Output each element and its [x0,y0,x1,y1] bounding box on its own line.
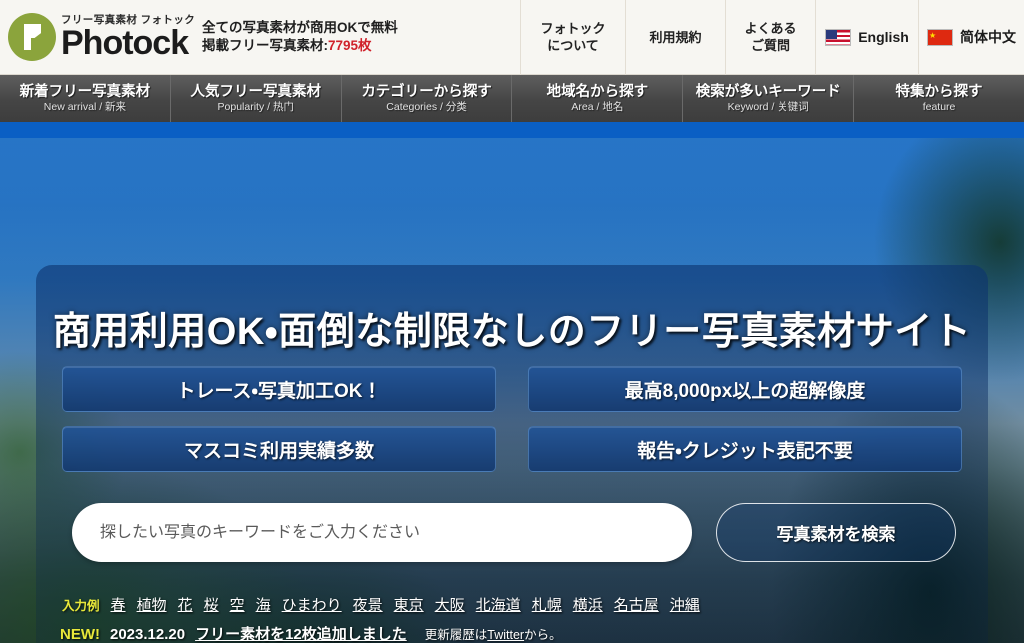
header-nav-faq-line1: よくある [744,21,797,36]
nav-item-feature-ja: 特集から探す [895,83,983,100]
example-keyword-shokubutsu[interactable]: 植物 [137,594,167,615]
nav-item-keyword-en: Keyword / 关键词 [727,100,809,113]
example-keyword-yokohama[interactable]: 横浜 [573,594,603,615]
news-new-badge: NEW! [60,626,100,643]
hero-feature-list: トレース・写真加工OK！ 最高8,000px以上の超解像度 マスコミ利用実績多数… [62,366,962,472]
nav-item-feature[interactable]: 特集から探す feature [854,75,1024,122]
nav-item-keyword[interactable]: 検索が多いキーワード Keyword / 关键词 [683,75,855,122]
nav-item-popularity-en: Popularity / 热门 [217,100,294,113]
language-label-chinese: 简体中文 [960,28,1016,45]
header-tagline: 全ての写真素材が商用OKで無料 掲載フリー写真素材:7795枚 [196,19,398,55]
example-keyword-umi[interactable]: 海 [256,594,271,615]
news-tail-suffix: から。 [524,628,562,642]
nav-item-area[interactable]: 地域名から探す Area / 地名 [512,75,684,122]
feature-box-trace-edit: トレース・写真加工OK！ [62,366,496,412]
example-keyword-tokyo[interactable]: 東京 [394,594,424,615]
news-history-note: 更新履歴はTwitterから。 [425,624,562,643]
nav-item-categories[interactable]: カテゴリーから探す Categories / 分类 [342,75,513,122]
nav-item-feature-en: feature [922,100,956,113]
hero-content: 商用利用OK・面倒な制限なしのフリー写真素材サイト トレース・写真加工OK！ 最… [0,122,1024,643]
example-keyword-okinawa[interactable]: 沖縄 [670,594,700,615]
logo-wordmark: Photock [61,24,189,62]
news-update-line: NEW! 2023.12.20 フリー素材を12枚追加しました 更新履歴はTwi… [60,623,562,643]
site-logo[interactable]: フリー写真素材 フォトック Photock [0,13,196,61]
example-keyword-sapporo[interactable]: 札幌 [532,594,562,615]
language-switch-chinese[interactable]: 简体中文 [918,0,1024,75]
search-example-keywords: 入力例 春 植物 花 桜 空 海 ひまわり 夜景 東京 大阪 北海道 札幌 横浜… [62,594,700,615]
nav-item-area-ja: 地域名から探す [546,83,649,100]
hero-search-row: 写真素材を検索 [72,503,956,562]
header-nav-faq-line2: ご質問 [750,38,790,53]
feature-box-media-usage: マスコミ利用実績多数 [62,426,496,472]
hero-headline: 商用利用OK・面倒な制限なしのフリー写真素材サイト [52,311,972,353]
example-keyword-hokkaido[interactable]: 北海道 [476,594,521,615]
nav-item-categories-ja: カテゴリーから探す [361,83,492,100]
language-switch-english[interactable]: English [815,0,918,75]
example-keyword-hana[interactable]: 花 [178,594,193,615]
search-button[interactable]: 写真素材を検索 [716,503,956,562]
header-nav-terms[interactable]: 利用規約 [625,0,725,75]
nav-item-new-arrival[interactable]: 新着フリー写真素材 New arrival / 新来 [0,75,171,122]
header-nav-faq[interactable]: よくある ご質問 [725,0,815,75]
nav-item-new-arrival-ja: 新着フリー写真素材 [19,83,151,100]
header-nav-about-line2: について [547,38,599,53]
header-nav-about[interactable]: フォトック について [520,0,625,75]
us-flag-icon [825,28,852,46]
example-keyword-sora[interactable]: 空 [230,594,245,615]
example-keyword-osaka[interactable]: 大阪 [435,594,465,615]
twitter-link[interactable]: Twitter [487,628,524,642]
photo-count: 7795枚 [328,38,372,53]
feature-box-no-credit: 報告・クレジット表記不要 [528,426,962,472]
language-label-english: English [858,28,909,45]
example-keyword-himawari[interactable]: ひまわり [282,594,342,615]
header-nav-about-line1: フォトック [540,21,606,36]
example-keyword-yakei[interactable]: 夜景 [353,594,383,615]
tagline-line-2: 掲載フリー写真素材:7795枚 [202,37,398,55]
nav-item-popularity-ja: 人気フリー写真素材 [190,83,321,100]
news-date: 2023.12.20 [110,626,186,643]
tagline-line-1: 全ての写真素材が商用OKで無料 [202,20,398,35]
cn-flag-icon [927,27,953,46]
logo-text: フリー写真素材 フォトック Photock [61,14,195,60]
examples-label: 入力例 [62,599,100,613]
hero-section: 商用利用OK・面倒な制限なしのフリー写真素材サイト トレース・写真加工OK！ 最… [0,122,1024,643]
news-title-link[interactable]: フリー素材を12枚追加しました [195,623,407,643]
example-keyword-sakura[interactable]: 桜 [204,594,219,615]
header-nav-terms-label: 利用規約 [649,29,702,45]
site-header: フリー写真素材 フォトック Photock 全ての写真素材が商用OKで無料 掲載… [0,0,1024,75]
feature-box-resolution: 最高8,000px以上の超解像度 [528,366,962,412]
photock-p-logo-icon [8,13,56,61]
news-tail-prefix: 更新履歴は [424,628,488,642]
search-input[interactable] [72,503,692,562]
tagline-prefix: 掲載フリー写真素材: [202,38,328,53]
nav-item-categories-en: Categories / 分类 [386,100,467,113]
nav-item-new-arrival-en: New arrival / 新来 [43,100,127,113]
nav-item-popularity[interactable]: 人気フリー写真素材 Popularity / 热门 [171,75,342,122]
example-keyword-nagoya[interactable]: 名古屋 [614,594,659,615]
nav-item-keyword-ja: 検索が多いキーワード [695,83,841,100]
example-keyword-haru[interactable]: 春 [111,594,126,615]
main-navigation: 新着フリー写真素材 New arrival / 新来 人気フリー写真素材 Pop… [0,75,1024,122]
header-nav: フォトック について 利用規約 よくある ご質問 English 简体中文 [520,0,1024,75]
nav-item-area-en: Area / 地名 [571,100,624,113]
